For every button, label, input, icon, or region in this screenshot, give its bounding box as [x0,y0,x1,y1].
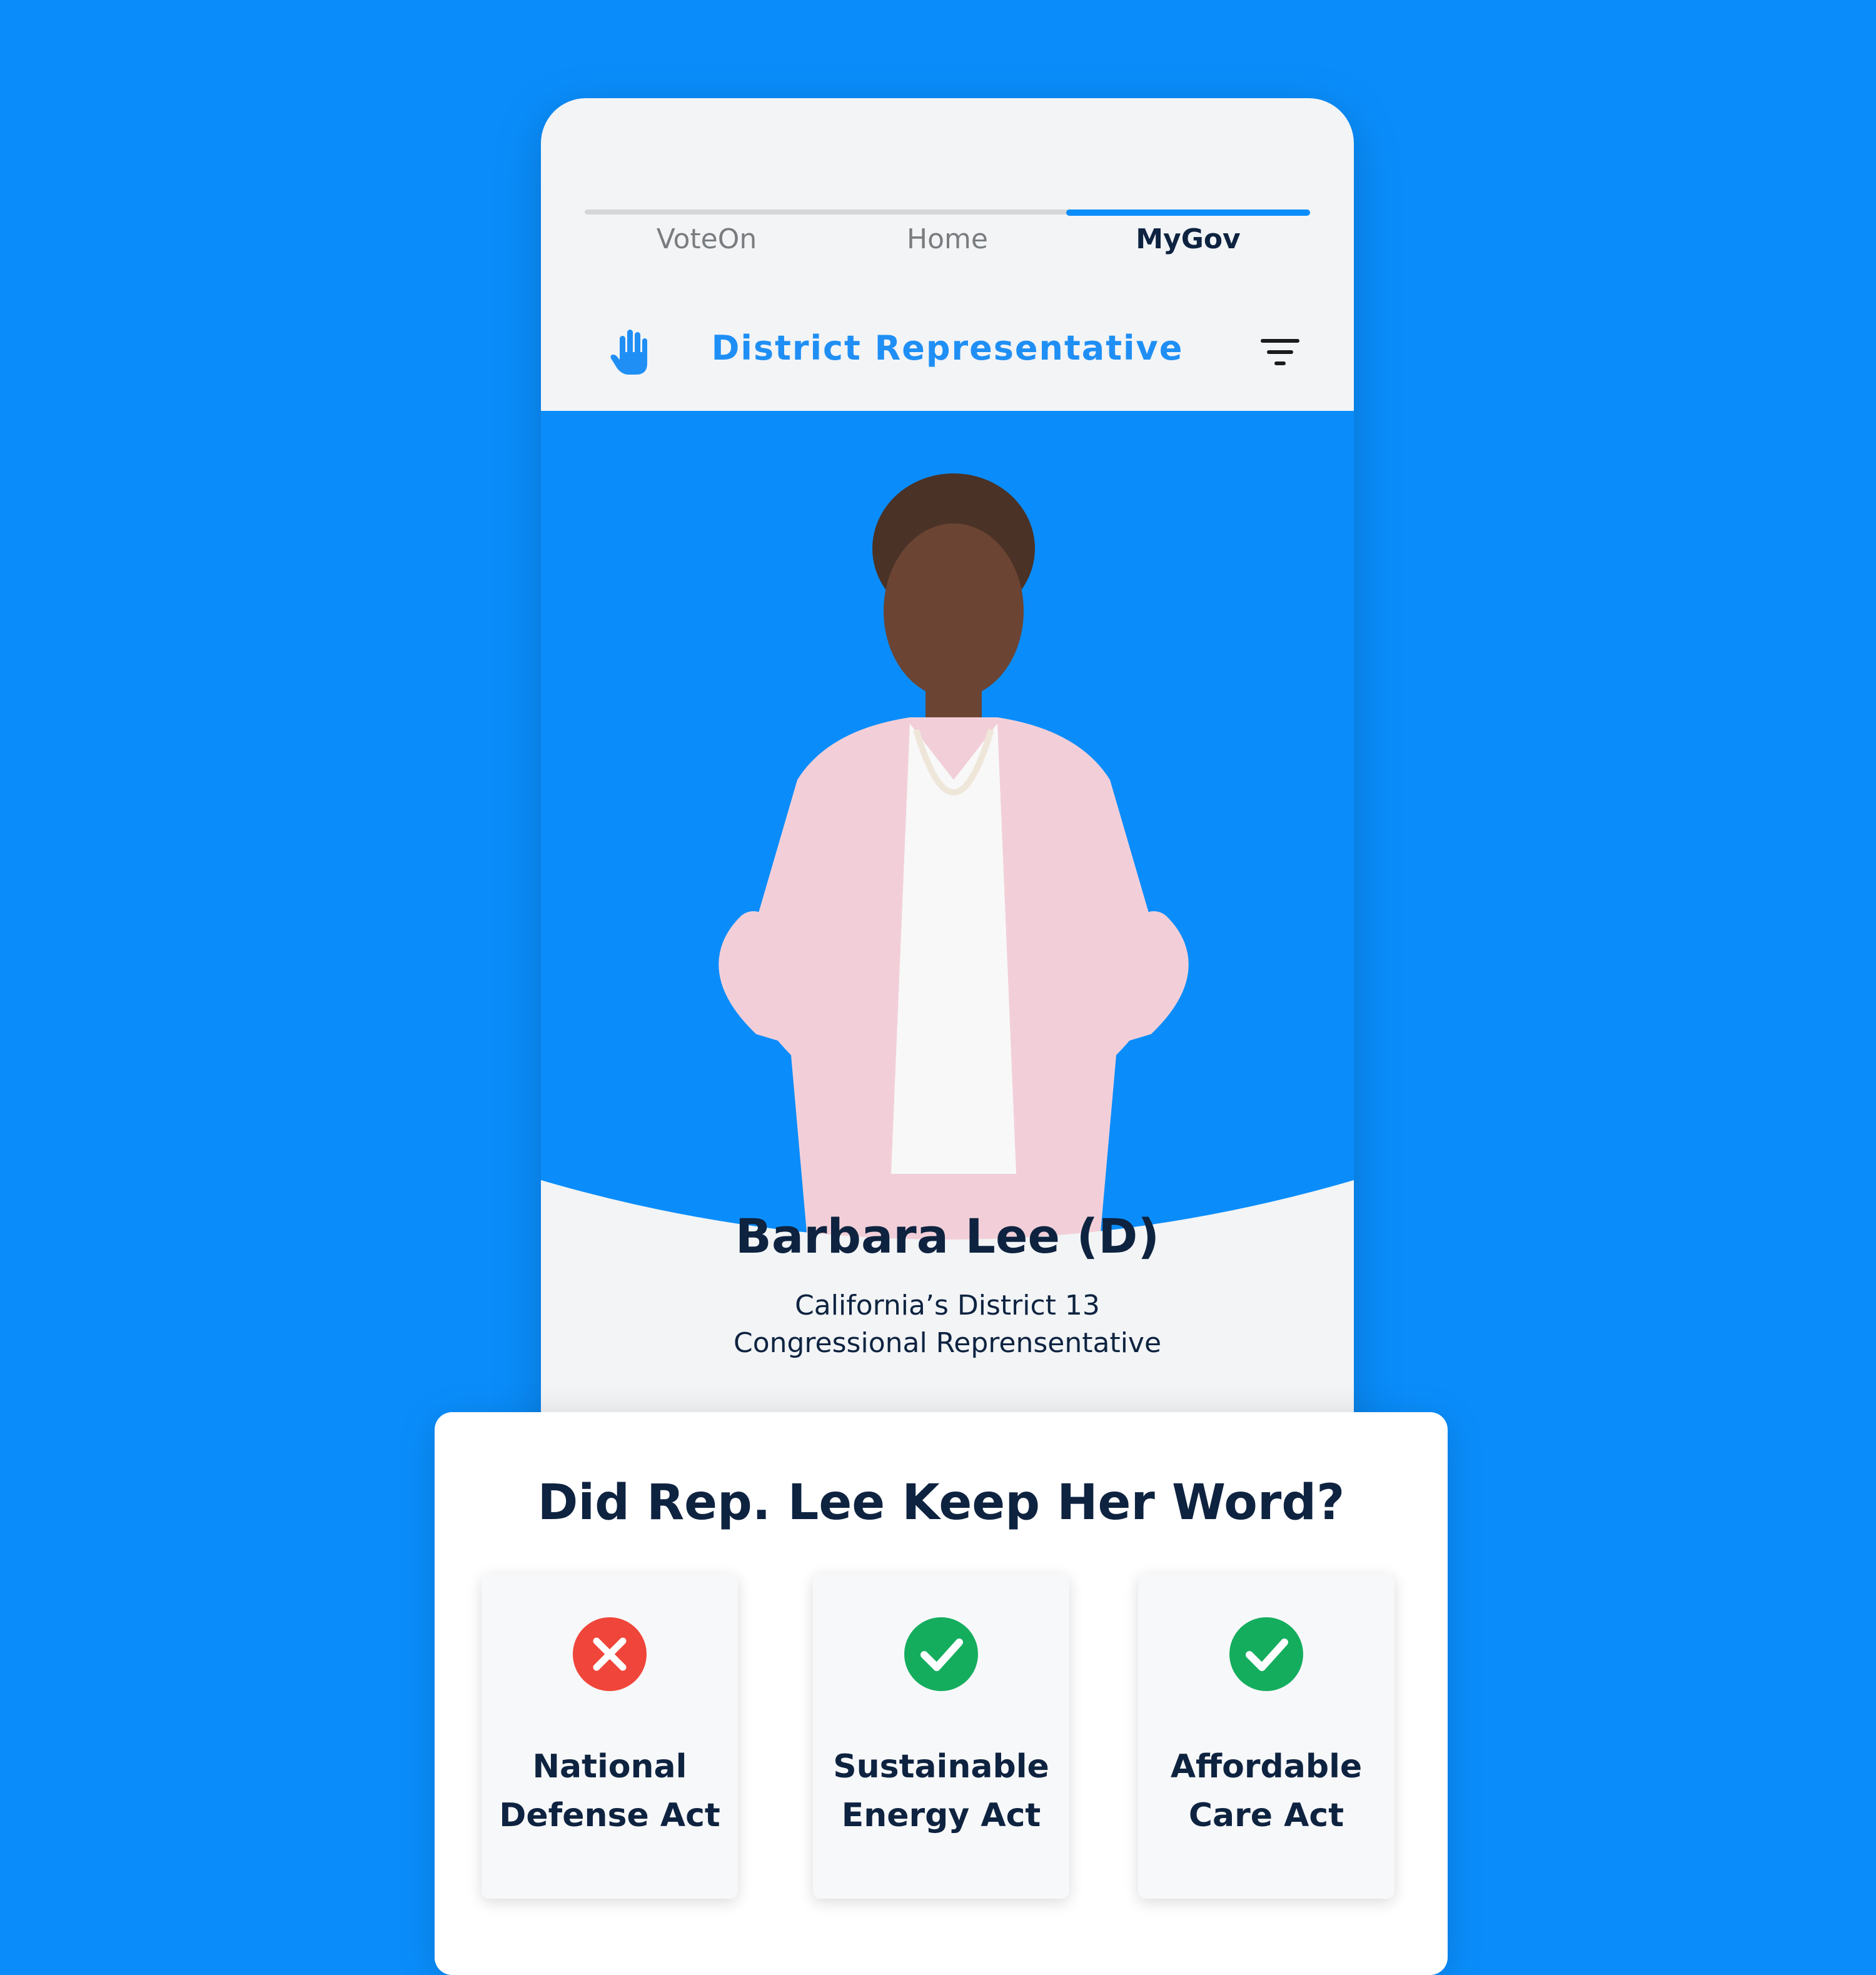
bill-card-sustainable-energy[interactable]: Sustainable Energy Act [813,1573,1069,1899]
promises-card: Did Rep. Lee Keep Her Word? National Def… [435,1412,1448,1975]
bill-label-line1: National [532,1748,687,1786]
check-circle-icon [1229,1617,1303,1691]
promises-title: Did Rep. Lee Keep Her Word? [537,1475,1345,1531]
tab-home[interactable]: Home [825,223,1069,255]
bill-label-line2: Defense Act [499,1797,720,1834]
bill-label: Affordable Care Act [1138,1742,1394,1840]
bill-card-national-defense[interactable]: National Defense Act [482,1573,738,1899]
bill-label-line2: Care Act [1188,1797,1344,1834]
representative-title: Congressional Reprensentative [733,1327,1162,1359]
bill-label: National Defense Act [482,1742,738,1840]
bill-label-line1: Affordable [1170,1748,1363,1786]
tab-indicator-active [1066,210,1310,216]
bill-label-line1: Sustainable [833,1748,1049,1786]
representative-name: Barbara Lee (D) [735,1208,1160,1264]
page-title: District Representative [711,328,1184,368]
bill-label-line2: Energy Act [841,1797,1041,1834]
filter-icon[interactable] [1260,336,1300,370]
x-circle-icon [573,1617,647,1691]
tab-mygov[interactable]: MyGov [1066,223,1310,255]
bill-card-affordable-care[interactable]: Affordable Care Act [1138,1573,1394,1899]
check-circle-icon [904,1617,978,1691]
representative-district: California’s District 13 [795,1290,1100,1321]
bill-label: Sustainable Energy Act [813,1742,1069,1840]
representative-portrait [719,473,1189,1268]
tab-voteon[interactable]: VoteOn [585,223,829,255]
